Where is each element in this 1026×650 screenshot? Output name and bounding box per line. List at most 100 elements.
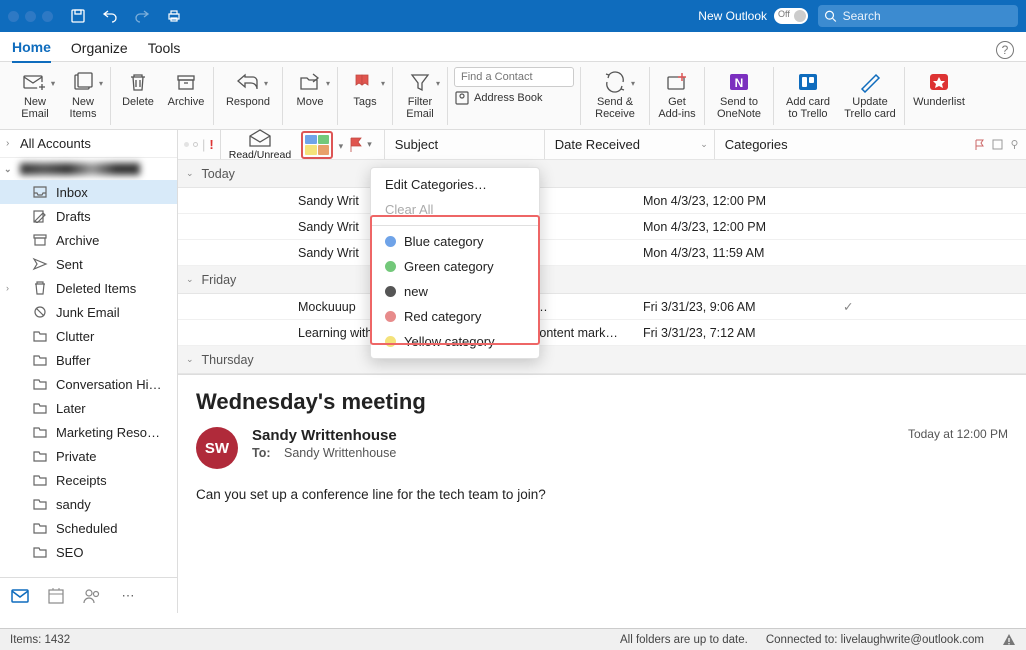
category-color-dot <box>385 261 396 272</box>
edit-categories-item[interactable]: Edit Categories… <box>371 172 539 197</box>
category-item[interactable]: Blue category <box>371 229 539 254</box>
trash-icon <box>32 281 48 295</box>
email-date: Today at 12:00 PM <box>908 427 1008 441</box>
mail-view-button[interactable] <box>10 586 30 606</box>
move-button[interactable]: ▾ Move <box>289 67 331 110</box>
draft-icon <box>32 209 48 223</box>
get-addins-button[interactable]: Get Add-ins <box>656 67 698 122</box>
warning-icon[interactable] <box>1002 633 1016 647</box>
read-unread-button[interactable]: Read/Unread <box>229 128 291 161</box>
folder-private[interactable]: Private <box>0 444 177 468</box>
account-row[interactable]: ⌄ <box>0 158 177 180</box>
folder-label: Sent <box>56 257 83 272</box>
filter-email-button[interactable]: ▾ Filter Email <box>399 67 441 122</box>
folder-buffer[interactable]: Buffer <box>0 348 177 372</box>
window-max-dot[interactable] <box>42 11 53 22</box>
message-row[interactable]: Sandy WritortMon 4/3/23, 12:00 PM <box>178 214 1026 240</box>
folder-drafts[interactable]: Drafts <box>0 204 177 228</box>
folder-icon <box>32 425 48 439</box>
message-group-header[interactable]: ⌄Today <box>178 160 1026 188</box>
new-items-button[interactable]: ▾ New Items <box>62 67 104 122</box>
new-items-label: New Items <box>70 96 97 120</box>
chevron-down-icon: ⌄ <box>4 164 12 175</box>
update-trello-button[interactable]: Update Trello card <box>842 67 898 122</box>
check-icon: ✓ <box>843 299 853 314</box>
chevron-right-icon: › <box>6 138 9 149</box>
add-trello-button[interactable]: Add card to Trello <box>780 67 836 122</box>
categorize-button[interactable]: ▾ <box>301 131 333 159</box>
folder-conv[interactable]: Conversation Hi… <box>0 372 177 396</box>
category-color-dot <box>385 286 396 297</box>
category-item[interactable]: Red category <box>371 304 539 329</box>
main-area: | ! Read/Unread ▾ ▾ <box>178 130 1026 613</box>
undo-icon[interactable] <box>101 7 119 25</box>
sender-avatar: SW <box>196 427 238 469</box>
archive-button[interactable]: Archive <box>165 67 207 110</box>
help-icon[interactable]: ? <box>996 41 1014 59</box>
save-icon[interactable] <box>69 7 87 25</box>
calendar-view-button[interactable] <box>46 586 66 606</box>
message-row[interactable]: Learning with SemrushEcommerce content m… <box>178 320 1026 346</box>
col-subject[interactable]: Subject <box>384 130 544 159</box>
col-date[interactable]: Date Received⌄ <box>544 130 714 159</box>
find-contact-input[interactable] <box>454 67 574 87</box>
menu-tools[interactable]: Tools <box>148 37 181 62</box>
folder-clutter[interactable]: Clutter <box>0 324 177 348</box>
status-circle-icon <box>193 142 198 147</box>
chevron-right-icon: › <box>6 283 9 293</box>
category-label: Red category <box>404 309 481 324</box>
folder-receipts[interactable]: Receipts <box>0 468 177 492</box>
wunderlist-button[interactable]: Wunderlist <box>911 67 967 110</box>
window-close-dot[interactable] <box>8 11 19 22</box>
col-categories[interactable]: Categories <box>714 130 1026 159</box>
update-trello-label: Update Trello card <box>844 96 896 120</box>
more-view-button[interactable]: ⋯ <box>118 586 138 606</box>
folder-junk[interactable]: Junk Email <box>0 300 177 324</box>
quick-access-toolbar <box>69 7 183 25</box>
category-label: Yellow category <box>404 334 495 349</box>
tags-button[interactable]: ▾ Tags <box>344 67 386 110</box>
menu-home[interactable]: Home <box>12 36 51 63</box>
view-switcher: ⋯ <box>0 577 177 613</box>
redo-icon[interactable] <box>133 7 151 25</box>
folder-sandy[interactable]: sandy <box>0 492 177 516</box>
message-row[interactable]: Mockuuup: Say hello to…Fri 3/31/23, 9:06… <box>178 294 1026 320</box>
folder-scheduled[interactable]: Scheduled <box>0 516 177 540</box>
send-onenote-button[interactable]: N Send to OneNote <box>711 67 767 122</box>
people-view-button[interactable] <box>82 586 102 606</box>
category-item[interactable]: Green category <box>371 254 539 279</box>
folder-seo[interactable]: SEO <box>0 540 177 564</box>
folder-inbox[interactable]: Inbox <box>0 180 177 204</box>
sent-icon <box>32 257 48 271</box>
message-row[interactable]: Sandy Writ's meetingMon 4/3/23, 12:00 PM <box>178 188 1026 214</box>
print-icon[interactable] <box>165 7 183 25</box>
message-group-header[interactable]: ⌄Thursday <box>178 346 1026 374</box>
message-group-header[interactable]: ⌄Friday <box>178 266 1026 294</box>
send-receive-button[interactable]: ▾ Send & Receive <box>587 67 643 122</box>
tags-label: Tags <box>353 96 376 108</box>
folder-sent[interactable]: Sent <box>0 252 177 276</box>
window-min-dot[interactable] <box>25 11 36 22</box>
respond-button[interactable]: ▾ Respond <box>220 67 276 110</box>
folder-icon <box>32 401 48 415</box>
delete-button[interactable]: Delete <box>117 67 159 110</box>
address-book-button[interactable]: Address Book <box>454 91 574 105</box>
folder-archive[interactable]: Archive <box>0 228 177 252</box>
flag-button[interactable]: ▾ <box>343 134 376 156</box>
folder-later[interactable]: Later <box>0 396 177 420</box>
folder-label: Scheduled <box>56 521 117 536</box>
toggle-switch[interactable]: Off <box>774 8 808 24</box>
category-item[interactable]: new <box>371 279 539 304</box>
category-color-dot <box>385 311 396 322</box>
folder-marketing[interactable]: Marketing Reso… <box>0 420 177 444</box>
search-input[interactable] <box>843 9 1012 23</box>
email-title: Wednesday's meeting <box>196 389 1008 415</box>
menu-organize[interactable]: Organize <box>71 37 128 62</box>
message-row[interactable]: Sandy Writrson ProjectMon 4/3/23, 11:59 … <box>178 240 1026 266</box>
search-field[interactable] <box>818 5 1018 27</box>
new-outlook-toggle[interactable]: New Outlook Off <box>698 8 808 24</box>
folder-deleted[interactable]: ›Deleted Items <box>0 276 177 300</box>
new-email-button[interactable]: ▾▾ New Email <box>14 67 56 122</box>
all-accounts-header[interactable]: › All Accounts <box>0 130 177 158</box>
category-item[interactable]: Yellow category <box>371 329 539 354</box>
